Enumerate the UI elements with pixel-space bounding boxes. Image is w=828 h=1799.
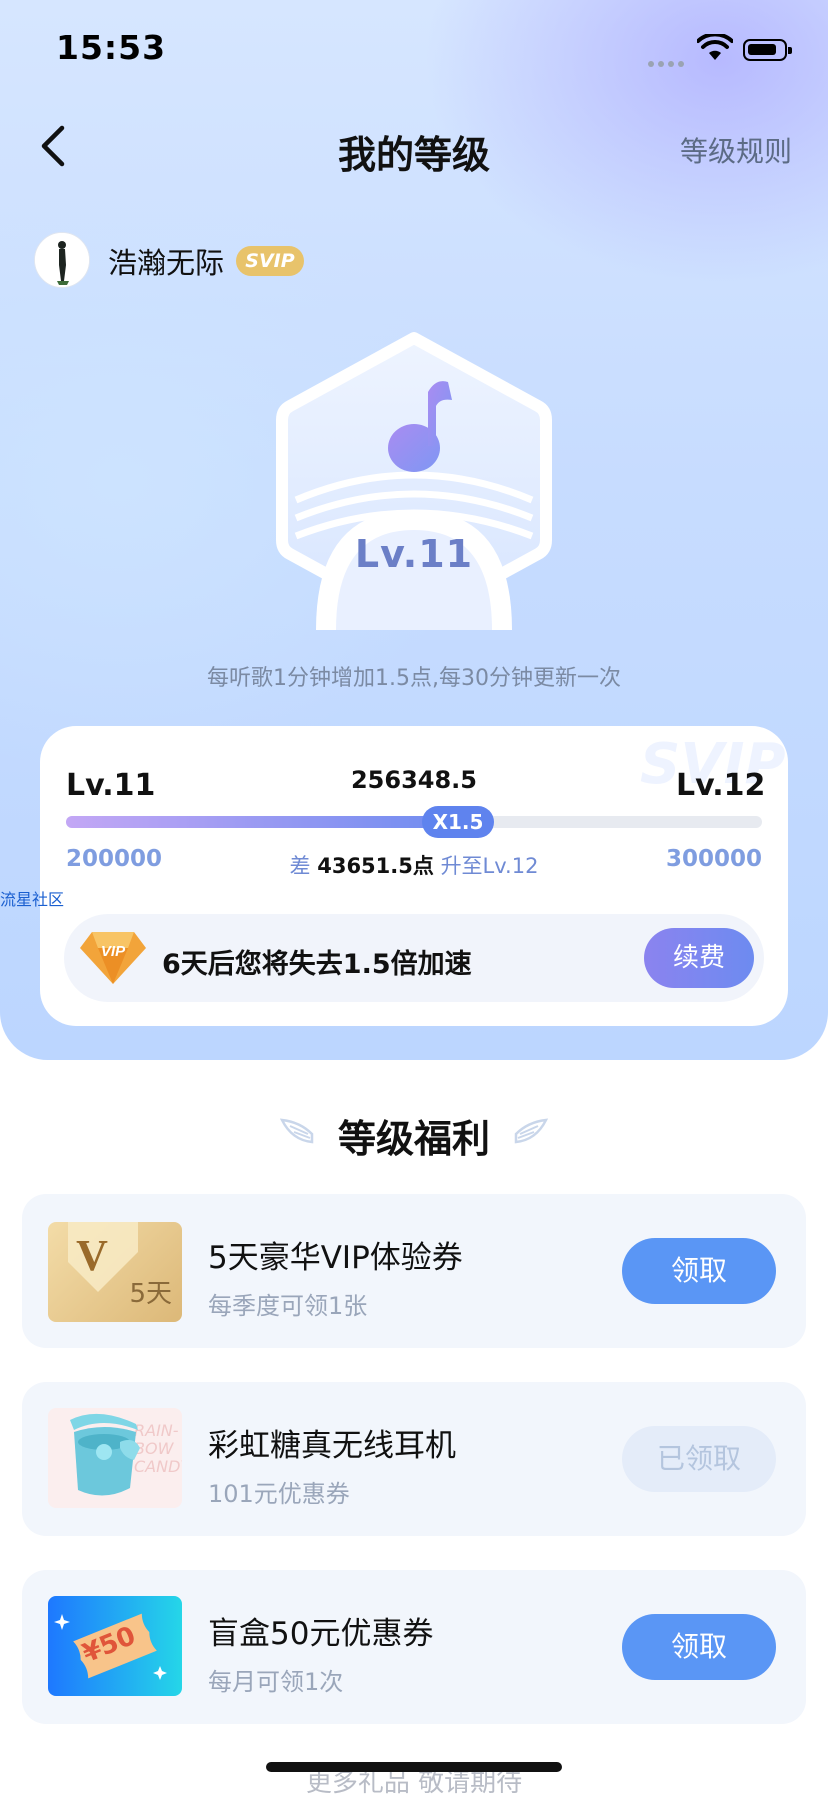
svg-text:VIP: VIP — [101, 943, 126, 960]
battery-icon — [743, 39, 792, 61]
current-points: 256348.5 — [350, 766, 477, 794]
level-rules-link[interactable]: 等级规则 — [680, 130, 792, 170]
svg-text:V: V — [76, 1231, 108, 1280]
level-badge-icon — [276, 332, 552, 630]
claimed-button[interactable]: 已领取 — [622, 1426, 776, 1492]
points-hint: 每听歌1分钟增加1.5点,每30分钟更新一次 — [207, 666, 621, 691]
earphones-icon — [70, 1413, 140, 1496]
progress-fill — [66, 816, 458, 828]
benefit-title: 5天豪华VIP体验券 — [208, 1240, 463, 1276]
benefit-subtitle: 每月可领1次 — [208, 1668, 344, 1696]
claim-button[interactable]: 领取 — [622, 1614, 776, 1680]
earphones-thumb: RAIN-BOW CANDY — [48, 1408, 182, 1508]
points-gap: 差 43651.5点 升至Lv.12 — [0, 850, 828, 880]
blind-box-thumb: ¥50 — [48, 1596, 182, 1696]
home-indicator[interactable] — [266, 1762, 562, 1772]
claim-button[interactable]: 领取 — [622, 1238, 776, 1304]
right-wing-icon — [514, 1118, 548, 1144]
renew-button[interactable]: 续费 — [644, 928, 754, 988]
vip-coupon-thumb: V 5天 — [48, 1222, 182, 1322]
cellular-signal-icon — [648, 52, 688, 67]
overlay-watermark: 流星社区 — [0, 890, 65, 909]
user-name: 浩瀚无际 — [108, 246, 225, 280]
gap-value: 43651.5点 — [317, 854, 434, 878]
avatar[interactable] — [34, 232, 90, 288]
vip-diamond-icon: VIP — [80, 932, 146, 984]
benefit-subtitle: 每季度可领1张 — [208, 1292, 368, 1320]
avatar-silhouette-icon — [35, 233, 89, 287]
benefits-heading: 等级福利 — [337, 1117, 490, 1161]
benefit-title: 盲盒50元优惠券 — [208, 1616, 434, 1652]
gap-prefix: 差 — [289, 854, 311, 878]
wifi-icon — [697, 34, 733, 60]
vip-expiry-notice: 6天后您将失去1.5倍加速 — [162, 949, 472, 980]
svip-badge: SVIP — [236, 246, 304, 276]
badge-level: Lv.11 — [354, 532, 474, 576]
benefit-title: 彩虹糖真无线耳机 — [208, 1428, 456, 1464]
benefit-subtitle: 101元优惠券 — [208, 1480, 350, 1508]
vip-coupon-days: 5天 — [129, 1279, 172, 1309]
gap-suffix: 升至Lv.12 — [440, 854, 539, 878]
speed-multiplier: X1.5 — [422, 806, 494, 838]
status-time: 15:53 — [56, 28, 167, 67]
